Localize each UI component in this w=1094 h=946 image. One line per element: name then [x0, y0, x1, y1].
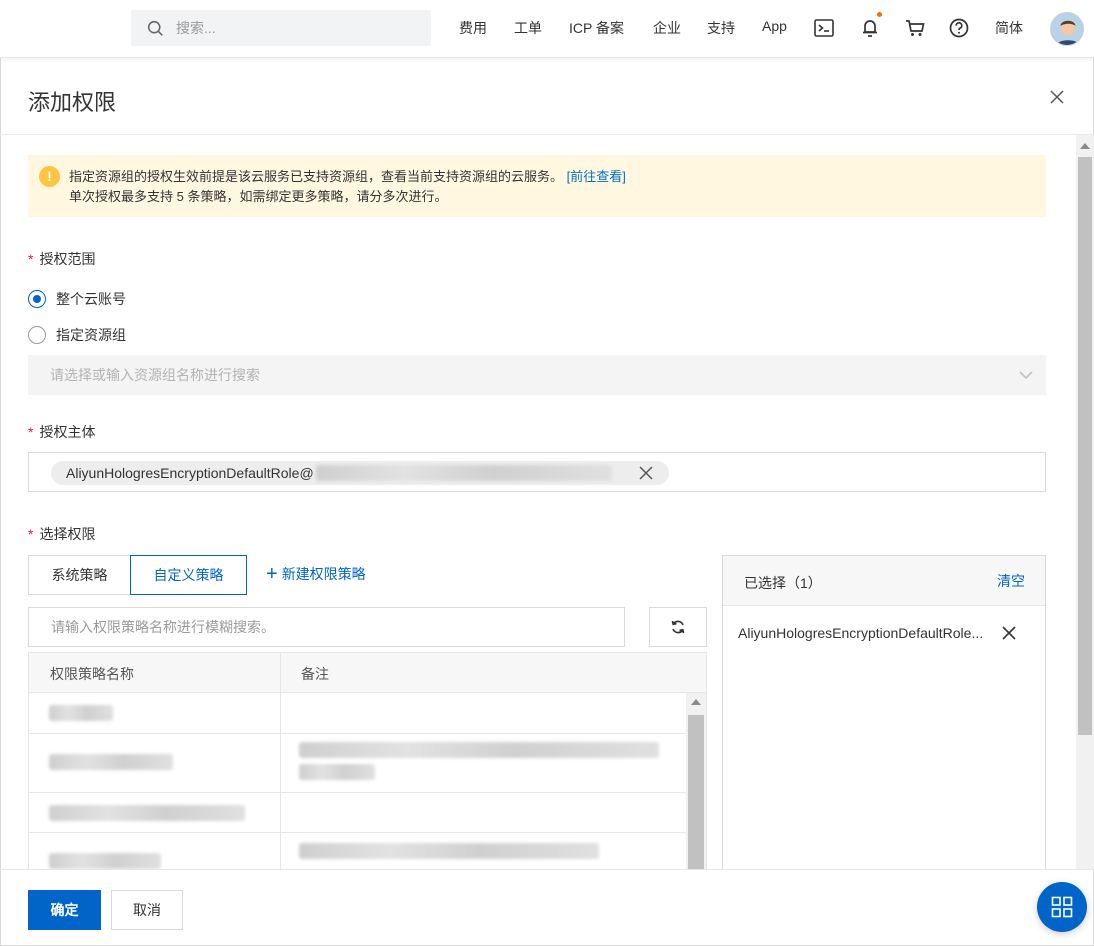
- nav-item-ticket[interactable]: 工单: [514, 18, 542, 38]
- scope-label: * 授权范围: [28, 251, 96, 267]
- scope-option-account[interactable]: 整个云账号: [28, 289, 126, 309]
- search-icon: [147, 20, 163, 36]
- selected-policy-item: AliyunHologresEncryptionDefaultRole...: [738, 625, 984, 641]
- terminal-icon[interactable]: [813, 17, 835, 39]
- nav-item-icp[interactable]: ICP 备案: [569, 18, 624, 38]
- refresh-icon: [671, 620, 685, 634]
- header-divider: [0, 134, 1094, 135]
- redacted-cell: [49, 805, 245, 821]
- resource-group-placeholder: 请选择或输入资源组名称进行搜索: [50, 367, 260, 383]
- view-supported-services-link[interactable]: [前往查看]: [567, 169, 626, 184]
- principal-label: * 授权主体: [28, 424, 96, 440]
- plus-icon: +: [266, 563, 278, 585]
- global-search[interactable]: 搜索...: [131, 10, 431, 46]
- resource-group-select: 请选择或输入资源组名称进行搜索: [28, 355, 1046, 395]
- chevron-down-icon: [1019, 371, 1033, 380]
- confirm-button[interactable]: 确定: [28, 890, 101, 930]
- refresh-button[interactable]: [649, 607, 707, 647]
- grid-icon: [1051, 896, 1073, 918]
- help-icon[interactable]: [948, 17, 970, 39]
- selected-panel-header: 已选择（1） 清空: [723, 556, 1045, 606]
- nav-item-billing[interactable]: 费用: [459, 18, 487, 38]
- nav-item-app[interactable]: App: [762, 18, 787, 34]
- redacted-account: [315, 465, 612, 481]
- table-row[interactable]: [29, 734, 686, 793]
- column-policy-name: 权限策略名称: [50, 666, 134, 682]
- top-navigation: 搜索... 费用 工单 ICP 备案 企业 支持 App 简体: [0, 0, 1094, 58]
- required-mark: *: [28, 251, 34, 267]
- language-switch[interactable]: 简体: [995, 18, 1023, 38]
- alert-line-2: 单次授权最多支持 5 条策略，如需绑定更多策略，请分多次进行。: [69, 189, 448, 204]
- principal-tag: AliyunHologresEncryptionDefaultRole@: [51, 461, 669, 485]
- footer-divider: [0, 869, 1094, 870]
- nav-item-enterprise[interactable]: 企业: [653, 18, 681, 38]
- redacted-cell: [299, 843, 599, 859]
- alert-line-1: 指定资源组的授权生效前提是该云服务已支持资源组，查看当前支持资源组的云服务。: [69, 169, 564, 184]
- scroll-thumb[interactable]: [688, 715, 704, 869]
- scroll-up-arrow[interactable]: [691, 699, 701, 705]
- redacted-cell: [49, 853, 161, 869]
- table-row[interactable]: [29, 693, 686, 734]
- radio-unchecked[interactable]: [28, 326, 46, 344]
- principal-tag-text: AliyunHologresEncryptionDefaultRole@: [66, 465, 314, 481]
- dialog-scrollbar[interactable]: [1076, 135, 1094, 869]
- search-placeholder: 搜索...: [176, 20, 216, 36]
- radio-label: 整个云账号: [56, 291, 126, 307]
- bell-icon[interactable]: [859, 17, 881, 39]
- scroll-up-arrow[interactable]: [1080, 143, 1090, 149]
- redacted-cell: [299, 742, 659, 758]
- warning-alert: ! 指定资源组的授权生效前提是该云服务已支持资源组，查看当前支持资源组的云服务。…: [28, 155, 1046, 217]
- nav-item-support[interactable]: 支持: [707, 18, 735, 38]
- close-icon[interactable]: [1048, 88, 1066, 106]
- remove-tag-icon[interactable]: [639, 466, 653, 480]
- cancel-button[interactable]: 取消: [111, 890, 183, 930]
- table-header: 权限策略名称 备注: [29, 653, 706, 693]
- redacted-cell: [49, 705, 113, 721]
- clear-selected-link[interactable]: 清空: [997, 571, 1025, 591]
- selected-count: 已选择（1）: [744, 575, 822, 591]
- notification-dot: [877, 12, 882, 17]
- table-row[interactable]: [29, 833, 686, 869]
- cart-icon[interactable]: [904, 17, 926, 39]
- dialog-title: 添加权限: [28, 90, 117, 115]
- scroll-thumb[interactable]: [1078, 157, 1092, 735]
- floating-menu-button[interactable]: [1037, 882, 1087, 932]
- new-policy-link[interactable]: + 新建权限策略: [266, 564, 366, 584]
- radio-checked[interactable]: [28, 290, 46, 308]
- warning-icon: !: [39, 166, 60, 187]
- tab-system-policy[interactable]: 系统策略: [28, 555, 131, 595]
- redacted-cell: [299, 764, 375, 780]
- remove-selected-icon[interactable]: [1002, 626, 1016, 640]
- policy-table: 权限策略名称 备注: [28, 652, 707, 870]
- redacted-cell: [49, 754, 173, 770]
- policy-search-input[interactable]: 请输入权限策略名称进行模糊搜索。: [28, 607, 625, 647]
- table-row[interactable]: [29, 793, 686, 833]
- policy-search-placeholder: 请输入权限策略名称进行模糊搜索。: [51, 619, 275, 635]
- radio-label: 指定资源组: [56, 327, 126, 343]
- permissions-label: * 选择权限: [28, 526, 96, 542]
- required-mark: *: [28, 424, 34, 440]
- new-policy-label: 新建权限策略: [281, 566, 366, 582]
- required-mark: *: [28, 526, 34, 542]
- scope-option-resource-group[interactable]: 指定资源组: [28, 325, 126, 345]
- tab-custom-policy[interactable]: 自定义策略: [130, 555, 247, 595]
- principal-input[interactable]: AliyunHologresEncryptionDefaultRole@: [28, 452, 1046, 492]
- selected-panel: 已选择（1） 清空 AliyunHologresEncryptionDefaul…: [722, 555, 1046, 870]
- column-remark: 备注: [301, 666, 329, 682]
- table-scrollbar[interactable]: [686, 693, 706, 869]
- user-avatar[interactable]: [1050, 12, 1084, 46]
